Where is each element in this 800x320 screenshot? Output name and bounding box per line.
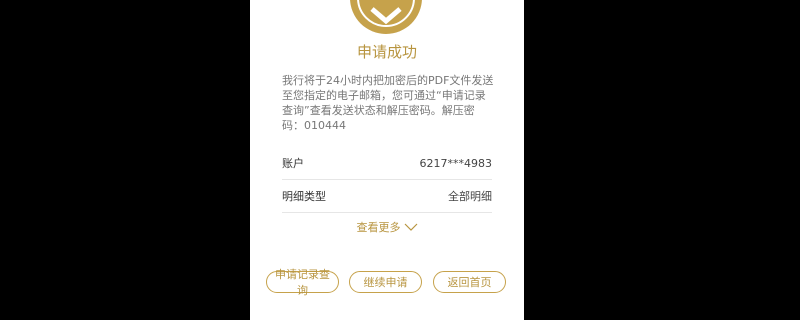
detail-label: 明细类型 — [282, 190, 326, 203]
back-home-button[interactable]: 返回首页 — [433, 271, 506, 293]
chevron-down-icon — [404, 223, 417, 231]
records-query-button[interactable]: 申请记录查询 — [266, 268, 339, 297]
success-check-icon — [350, 0, 422, 34]
detail-value: 全部明细 — [448, 190, 492, 203]
detail-value: 6217***4983 — [419, 156, 493, 170]
continue-apply-button[interactable]: 继续申请 — [349, 271, 422, 293]
view-more-link[interactable]: 查看更多 — [250, 219, 524, 235]
phone-screen: 申请成功 我行将于24小时内把加密后的PDF文件发送至您指定的电子邮箱，您可通过… — [250, 0, 524, 320]
page-title: 申请成功 — [356, 43, 417, 61]
detail-row-type: 明细类型 全部明细 — [282, 180, 492, 213]
detail-label: 账户 — [282, 157, 304, 170]
result-message: 我行将于24小时内把加密后的PDF文件发送至您指定的电子邮箱，您可通过“申请记录… — [282, 74, 494, 132]
view-more-label: 查看更多 — [356, 221, 401, 234]
detail-row-account: 账户 6217***4983 — [282, 147, 492, 180]
checkmark-icon — [370, 7, 402, 25]
